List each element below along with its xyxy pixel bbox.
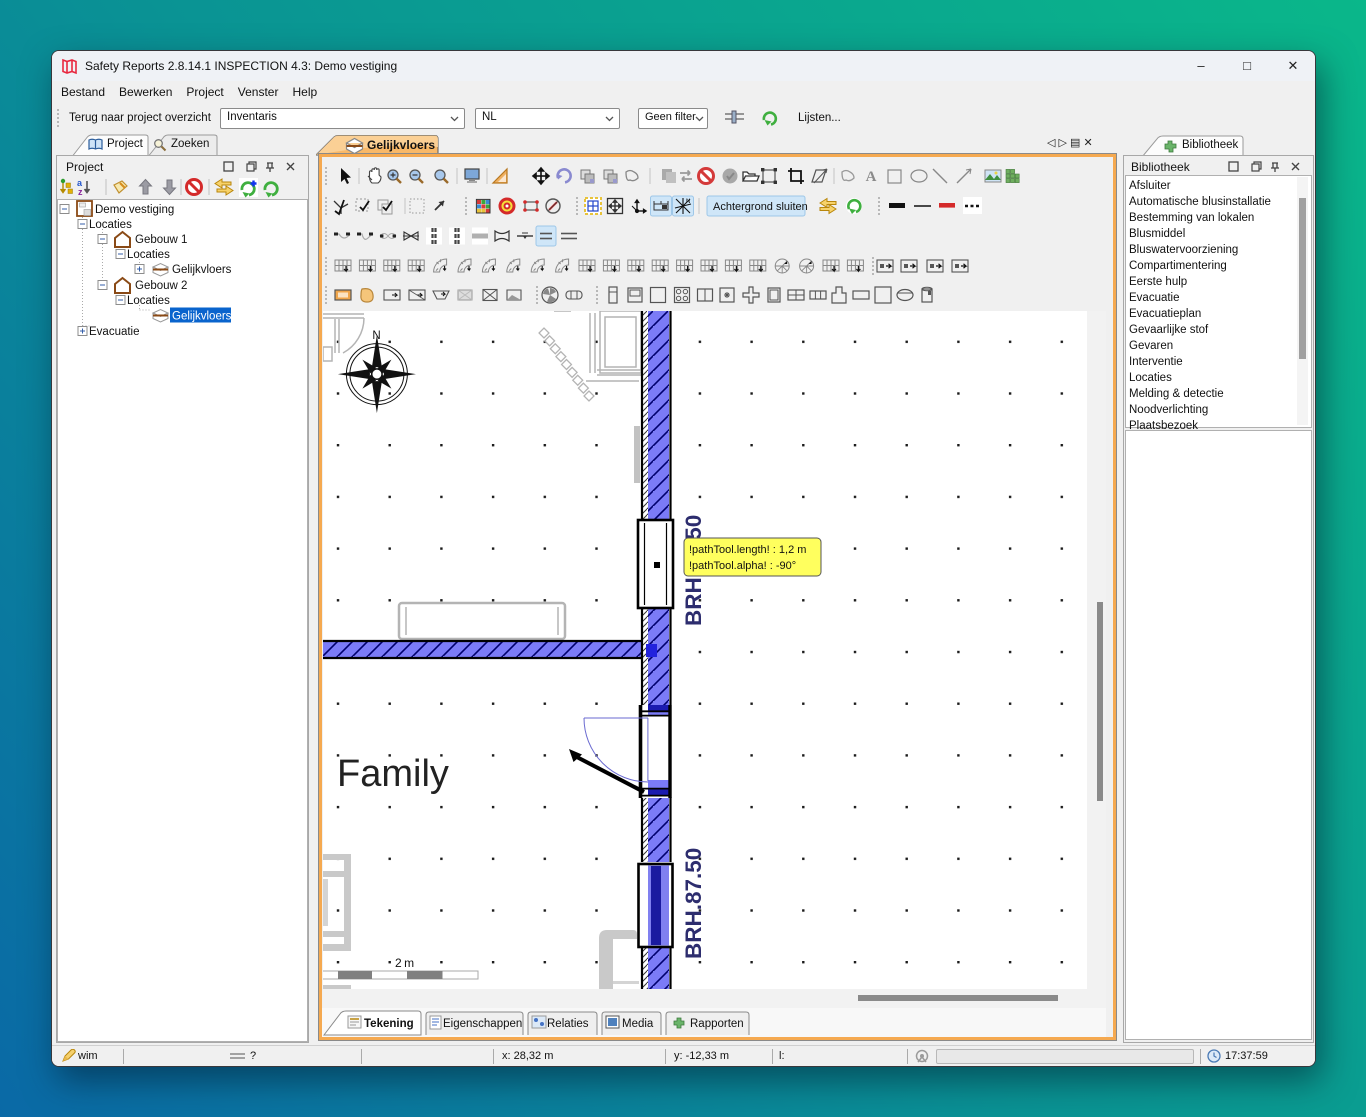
svg-text:Tekening: Tekening [364,1018,414,1030]
svg-text:Rapporten: Rapporten [690,1018,744,1030]
svg-text:Family: Family [337,753,449,795]
svg-text:Gelijkvloers: Gelijkvloers [172,264,232,276]
svg-text:Achtergrond sluiten: Achtergrond sluiten [713,201,808,213]
svg-text:A: A [866,169,877,185]
svg-text:Gebouw 1: Gebouw 1 [135,234,187,246]
svg-text:BRH.87.50: BRH.87.50 [681,848,706,959]
svg-text:N: N [686,199,690,205]
svg-text:Media: Media [622,1018,654,1030]
svg-text:!pathTool.alpha! : -90°: !pathTool.alpha! : -90° [689,560,796,572]
svg-text:Locaties: Locaties [127,249,170,261]
svg-text:Locaties: Locaties [89,219,132,231]
svg-text:N: N [372,330,380,342]
svg-text:Locaties: Locaties [127,295,170,307]
svg-text:Gebouw 2: Gebouw 2 [135,280,187,292]
svg-text:!pathTool.length! : 1,2 m: !pathTool.length! : 1,2 m [689,544,806,556]
svg-text:Eigenschappen: Eigenschappen [443,1018,522,1030]
svg-text:Demo vestiging: Demo vestiging [95,204,174,216]
svg-text:2 m: 2 m [395,956,414,970]
svg-text:Evacuatie: Evacuatie [89,326,140,338]
svg-text:z: z [78,187,83,197]
svg-text:Relaties: Relaties [547,1018,589,1030]
svg-text:Gelijkvloers: Gelijkvloers [172,311,232,323]
